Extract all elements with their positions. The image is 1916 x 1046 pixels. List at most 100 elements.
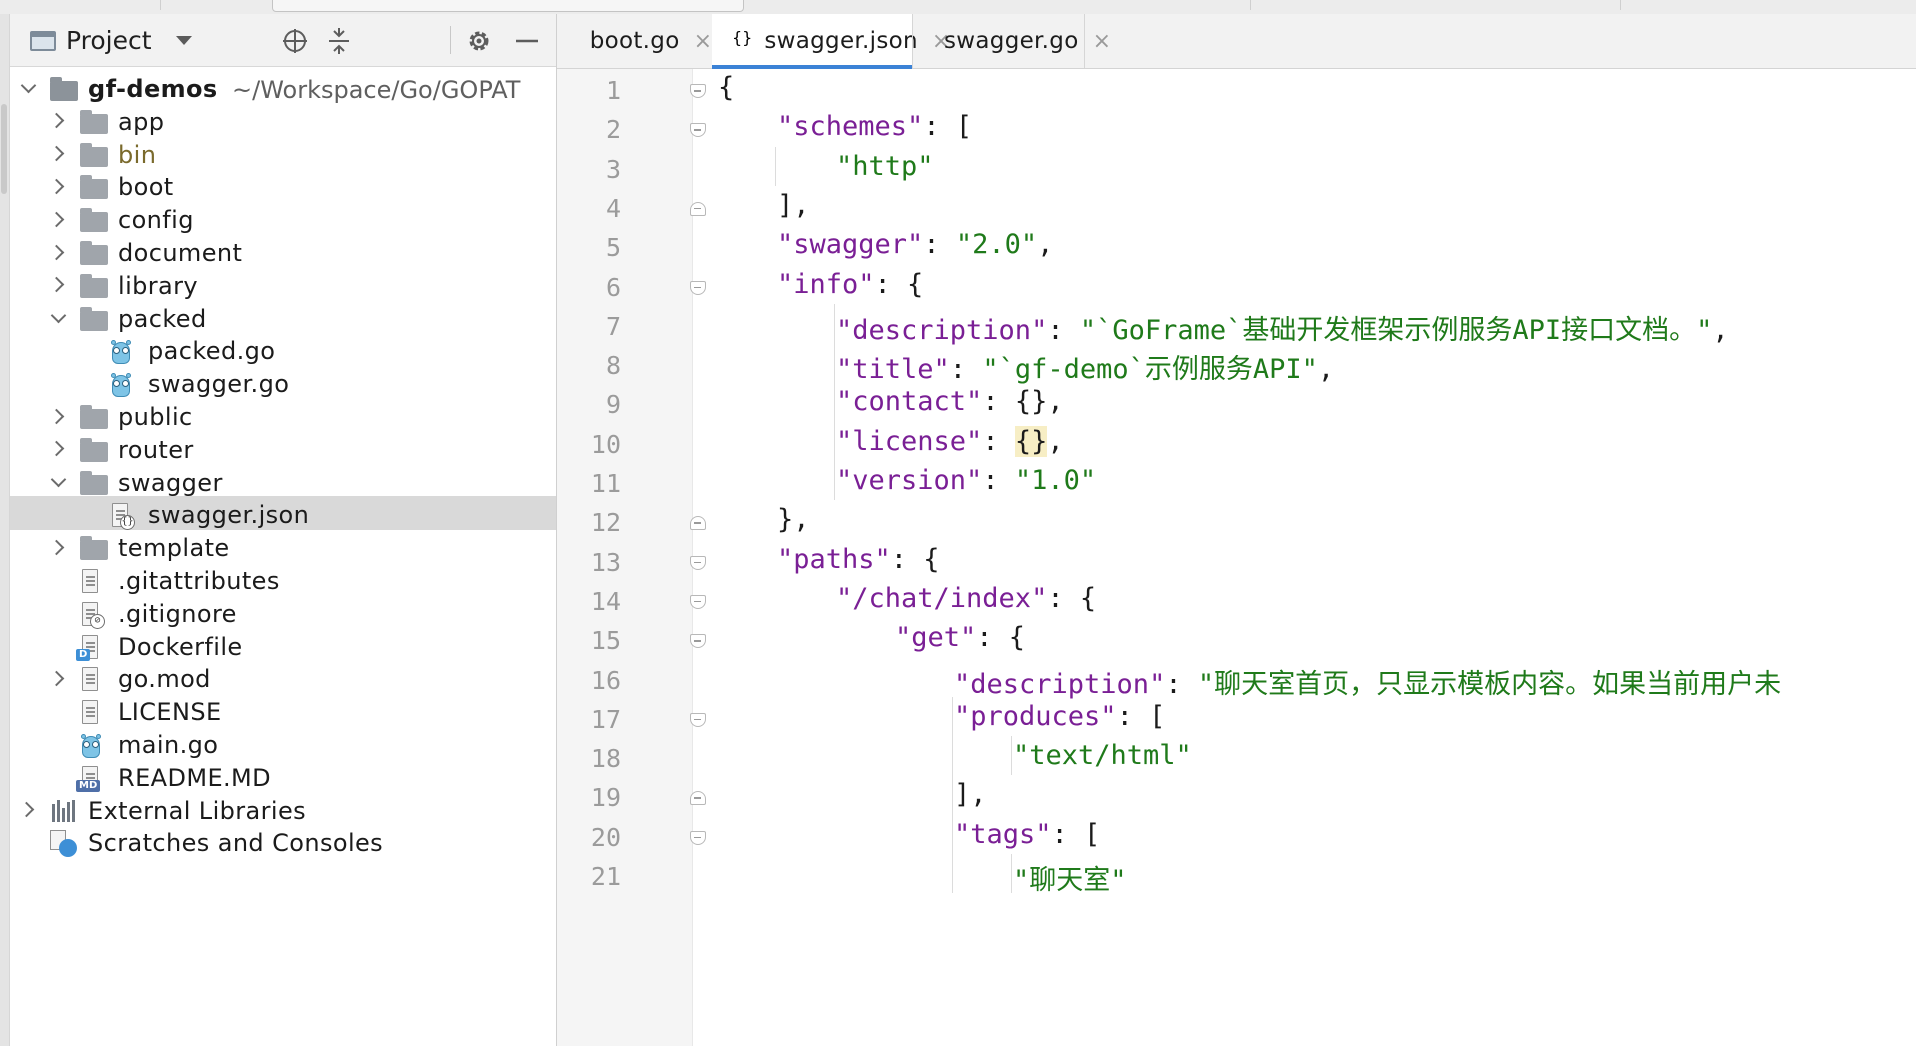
tree-item-gf-demos[interactable]: gf-demos ~/Workspace/Go/GOPAT [10,70,556,104]
tree-item-label: swagger [118,468,223,497]
md-file-icon: MD [76,765,101,792]
close-icon[interactable]: × [1093,29,1111,54]
tree-item-gitattributes[interactable]: .gitattributes [10,562,556,596]
chevron-down-icon[interactable] [176,36,192,45]
punctuation: , [1047,425,1064,457]
chevron-right-icon[interactable] [48,668,68,688]
tree-item-boot[interactable]: boot [10,168,556,202]
chevron-right-icon[interactable] [48,406,68,426]
chevron-right-icon[interactable] [48,209,68,229]
tree-item-label: Dockerfile [118,632,243,661]
chevron-down-icon[interactable] [48,308,68,328]
tree-item-label: main.go [118,731,219,759]
fold-close-icon[interactable] [690,201,708,220]
docker-file-icon: D [76,634,100,661]
tree-item-label: README.MD [118,763,272,792]
navigation-bar-field[interactable] [272,0,744,12]
punctuation: { [718,72,735,103]
code-line: ], [777,190,810,230]
tree-item-config[interactable]: config [10,201,556,235]
chevron-down-icon[interactable] [18,78,38,98]
code-view[interactable]: 1{2 "schemes": [3 "http" 4], 5 "swagger": "2.… [557,69,1916,1046]
fold-marker-shape [690,123,706,138]
punctuation: : {}, [982,386,1064,418]
tree-item-swagger-json[interactable]: {} swagger.json [10,496,556,531]
tree-item-app[interactable]: app [10,103,556,137]
locate-icon[interactable] [278,24,312,58]
tree-item-gitignore[interactable]: ⊘ .gitignore [10,595,556,629]
chevron-right-icon[interactable] [48,242,68,262]
fold-open-icon[interactable] [690,594,708,613]
tab-swagger-go[interactable]: swagger.go × [912,14,1111,68]
tree-item-template[interactable]: template [10,529,556,563]
json-key: "swagger" [777,229,924,261]
gear-icon[interactable] [462,24,496,58]
code-line: "/chat/index": { [836,583,1096,623]
chevron-right-icon[interactable] [18,800,38,820]
tree-item-readme-md[interactable]: MD README.MD [10,759,556,793]
tree-item-label: .gitattributes [118,567,280,595]
fold-marker-shape [690,634,706,649]
tree-item-library[interactable]: library [10,267,556,301]
code-line: "description": "聊天室首页，只显示模板内容。如果当前用户未 [954,662,1781,702]
tab-swagger-json[interactable]: {} swagger.json × [712,14,950,69]
fold-open-icon[interactable] [690,123,708,141]
tree-item-external-libraries[interactable]: External Libraries [10,792,556,826]
chevron-right-icon[interactable] [48,537,68,557]
tree-item-packed[interactable]: packed [10,300,556,334]
tree-item-label: router [118,435,194,464]
file-text-line [86,678,95,681]
project-view-selector[interactable]: Project [66,26,152,55]
tree-item-license[interactable]: LICENSE [10,693,556,727]
chevron-right-icon[interactable] [48,275,68,295]
chevron-right-icon[interactable] [48,176,68,196]
chevron-right-icon[interactable] [48,111,68,131]
tree-item-label: swagger.json [148,501,310,530]
toolbar-separator [1250,0,1251,10]
code-line: "description": "`GoFrame`基础开发框架示例服务API接口… [836,308,1729,348]
tab-boot-go[interactable]: boot.go × [557,14,712,68]
fold-open-icon[interactable] [690,712,708,731]
tree-item-go-mod[interactable]: go.mod [10,660,556,694]
header-divider [450,26,451,54]
close-icon[interactable]: × [694,29,712,54]
folder-icon [80,175,108,200]
tree-item-swagger[interactable]: swagger [10,464,556,498]
library-bar [72,799,75,822]
tool-strip-scroll-thumb[interactable] [1,104,7,194]
folder-icon [80,536,108,561]
collapse-all-icon[interactable] [322,24,356,58]
fold-open-icon[interactable] [690,84,708,102]
fold-open-icon[interactable] [690,830,708,849]
tree-item-swagger-go[interactable]: swagger.go [10,365,556,399]
tree-item-scratches-and-consoles[interactable]: Scratches and Consoles [10,824,556,858]
minimize-icon[interactable] [510,24,544,58]
tree-item-packed-go[interactable]: packed.go [10,332,556,366]
code-line: "http" [836,151,934,191]
fold-open-icon[interactable] [690,634,708,652]
editor-area: boot.go ×{} swagger.json × swagger.go × 1{2 "s… [557,14,1916,1046]
ignore-badge: ⊘ [90,613,105,629]
tree-item-document[interactable]: document [10,234,556,268]
file-text-line [86,772,95,775]
gopher-icon [110,372,132,398]
chevron-down-icon[interactable] [48,472,68,492]
tree-item-router[interactable]: router [10,431,556,465]
tree-item-public[interactable]: public [10,398,556,432]
chevron-right-icon[interactable] [48,439,68,459]
chevron-right-icon[interactable] [48,144,68,164]
fold-open-icon[interactable] [690,280,708,299]
line-number: 7 [605,311,621,341]
punctuation: : [1165,668,1198,700]
tab-label: swagger.go [944,28,1079,54]
fold-close-icon[interactable] [690,516,708,534]
tree-item-label: app [118,107,165,136]
fold-open-icon[interactable] [690,555,708,574]
tree-item-bin[interactable]: bin [10,136,556,170]
tree-item-label: gf-demos [88,75,218,103]
tree-item-main-go[interactable]: main.go [10,726,556,760]
fold-close-icon[interactable] [690,791,708,809]
tree-item-label: boot [118,173,174,202]
tree-item-dockerfile[interactable]: D Dockerfile [10,628,556,662]
folder-icon [80,405,108,429]
